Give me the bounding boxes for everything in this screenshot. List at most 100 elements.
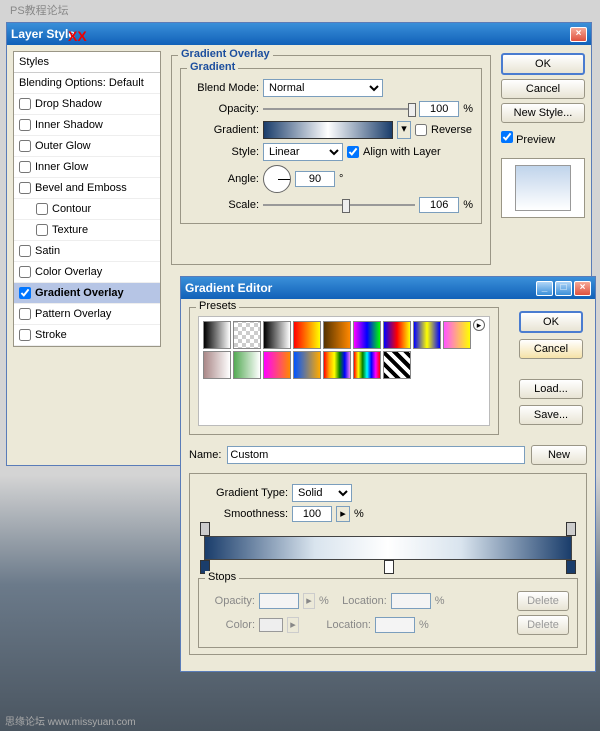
style-item[interactable]: Outer Glow — [14, 136, 160, 157]
color-stop-2[interactable] — [384, 560, 394, 574]
style-checkbox[interactable] — [19, 287, 31, 299]
style-item[interactable]: Gradient Overlay — [14, 283, 160, 304]
style-item[interactable]: Inner Glow — [14, 157, 160, 178]
preset-swatch[interactable] — [383, 351, 411, 379]
style-item[interactable]: Drop Shadow — [14, 94, 160, 115]
ge-cancel-button[interactable]: Cancel — [519, 339, 583, 359]
opacity-input[interactable] — [419, 101, 459, 117]
blending-options[interactable]: Blending Options: Default — [14, 73, 160, 94]
preset-swatch[interactable] — [353, 351, 381, 379]
smooth-dropdown[interactable]: ▸ — [336, 506, 350, 522]
preset-swatch[interactable] — [263, 351, 291, 379]
type-label: Gradient Type: — [198, 487, 288, 499]
preview-checkbox[interactable] — [501, 131, 513, 143]
stop-color-swatch — [259, 618, 283, 632]
smooth-input[interactable] — [292, 506, 332, 522]
style-checkbox[interactable] — [19, 308, 31, 320]
style-item[interactable]: Pattern Overlay — [14, 304, 160, 325]
style-item[interactable]: Inner Shadow — [14, 115, 160, 136]
style-checkbox[interactable] — [19, 182, 31, 194]
name-label: Name: — [189, 449, 221, 461]
delete-color-stop: Delete — [517, 615, 569, 635]
gradient-bar[interactable] — [204, 536, 572, 560]
preset-swatch[interactable] — [203, 321, 231, 349]
style-item[interactable]: Color Overlay — [14, 262, 160, 283]
style-item[interactable]: Contour — [14, 199, 160, 220]
angle-input[interactable] — [295, 171, 335, 187]
style-checkbox[interactable] — [36, 224, 48, 236]
xx-mark: XX — [68, 28, 87, 44]
presets-menu-icon[interactable]: ▸ — [473, 319, 485, 331]
style-checkbox[interactable] — [19, 245, 31, 257]
smooth-label: Smoothness: — [198, 508, 288, 520]
reverse-checkbox[interactable] — [415, 124, 427, 136]
ok-button[interactable]: OK — [501, 53, 585, 75]
dialog-title: Layer Style — [11, 27, 568, 41]
color-stop-3[interactable] — [566, 560, 576, 574]
preview-swatch — [515, 165, 571, 211]
footer: 思缘论坛 www.missyuan.com — [5, 713, 136, 728]
preset-swatch[interactable] — [203, 351, 231, 379]
style-item[interactable]: Bevel and Emboss — [14, 178, 160, 199]
style-item[interactable]: Satin — [14, 241, 160, 262]
opacity-slider[interactable] — [263, 101, 415, 117]
close-button[interactable]: × — [570, 27, 587, 42]
stop-opacity-location — [391, 593, 431, 609]
preset-swatch[interactable] — [323, 351, 351, 379]
gradient-swatch[interactable] — [263, 121, 393, 139]
maximize-button[interactable]: □ — [555, 281, 572, 296]
cancel-button[interactable]: Cancel — [501, 79, 585, 99]
style-checkbox[interactable] — [36, 203, 48, 215]
gradient-title: Gradient — [187, 61, 238, 73]
preset-swatch[interactable] — [233, 321, 261, 349]
styles-header[interactable]: Styles — [14, 52, 160, 73]
load-button[interactable]: Load... — [519, 379, 583, 399]
styles-list: Styles Blending Options: Default Drop Sh… — [13, 51, 161, 347]
opacity-stop-left[interactable] — [200, 522, 210, 536]
ge-ok-button[interactable]: OK — [519, 311, 583, 333]
new-style-button[interactable]: New Style... — [501, 103, 585, 123]
new-button[interactable]: New — [531, 445, 587, 465]
scale-label: Scale: — [189, 199, 259, 211]
type-select[interactable]: Solid — [292, 484, 352, 502]
delete-opacity-stop: Delete — [517, 591, 569, 611]
opacity-stop-right[interactable] — [566, 522, 576, 536]
gradient-editor-dialog: Gradient Editor _ □ × Presets ▸ OK Cance… — [180, 276, 596, 672]
preset-swatch[interactable] — [383, 321, 411, 349]
preset-swatch[interactable] — [263, 321, 291, 349]
name-input[interactable] — [227, 446, 525, 464]
blend-mode-select[interactable]: Normal — [263, 79, 383, 97]
style-label: Style: — [189, 146, 259, 158]
angle-dial[interactable] — [263, 165, 291, 193]
style-checkbox[interactable] — [19, 161, 31, 173]
gradient-dropdown[interactable]: ▾ — [397, 121, 411, 139]
scale-input[interactable] — [419, 197, 459, 213]
stops-title: Stops — [205, 571, 239, 583]
align-checkbox[interactable] — [347, 146, 359, 158]
style-select[interactable]: Linear — [263, 143, 343, 161]
style-checkbox[interactable] — [19, 140, 31, 152]
presets-grid: ▸ — [198, 316, 490, 426]
ge-titlebar: Gradient Editor _ □ × — [181, 277, 595, 299]
ge-close-button[interactable]: × — [574, 281, 591, 296]
preset-swatch[interactable] — [323, 321, 351, 349]
style-checkbox[interactable] — [19, 266, 31, 278]
minimize-button[interactable]: _ — [536, 281, 553, 296]
preset-swatch[interactable] — [353, 321, 381, 349]
watermark: PS教程论坛 — [10, 2, 69, 18]
ge-title: Gradient Editor — [185, 281, 534, 295]
style-checkbox[interactable] — [19, 98, 31, 110]
style-checkbox[interactable] — [19, 119, 31, 131]
scale-slider[interactable] — [263, 197, 415, 213]
preset-swatch[interactable] — [293, 321, 321, 349]
preset-swatch[interactable] — [233, 351, 261, 379]
stop-opacity-input — [259, 593, 299, 609]
style-checkbox[interactable] — [19, 329, 31, 341]
preset-swatch[interactable] — [443, 321, 471, 349]
save-button[interactable]: Save... — [519, 405, 583, 425]
gradient-label: Gradient: — [189, 124, 259, 136]
style-item[interactable]: Texture — [14, 220, 160, 241]
preset-swatch[interactable] — [293, 351, 321, 379]
preset-swatch[interactable] — [413, 321, 441, 349]
style-item[interactable]: Stroke — [14, 325, 160, 346]
